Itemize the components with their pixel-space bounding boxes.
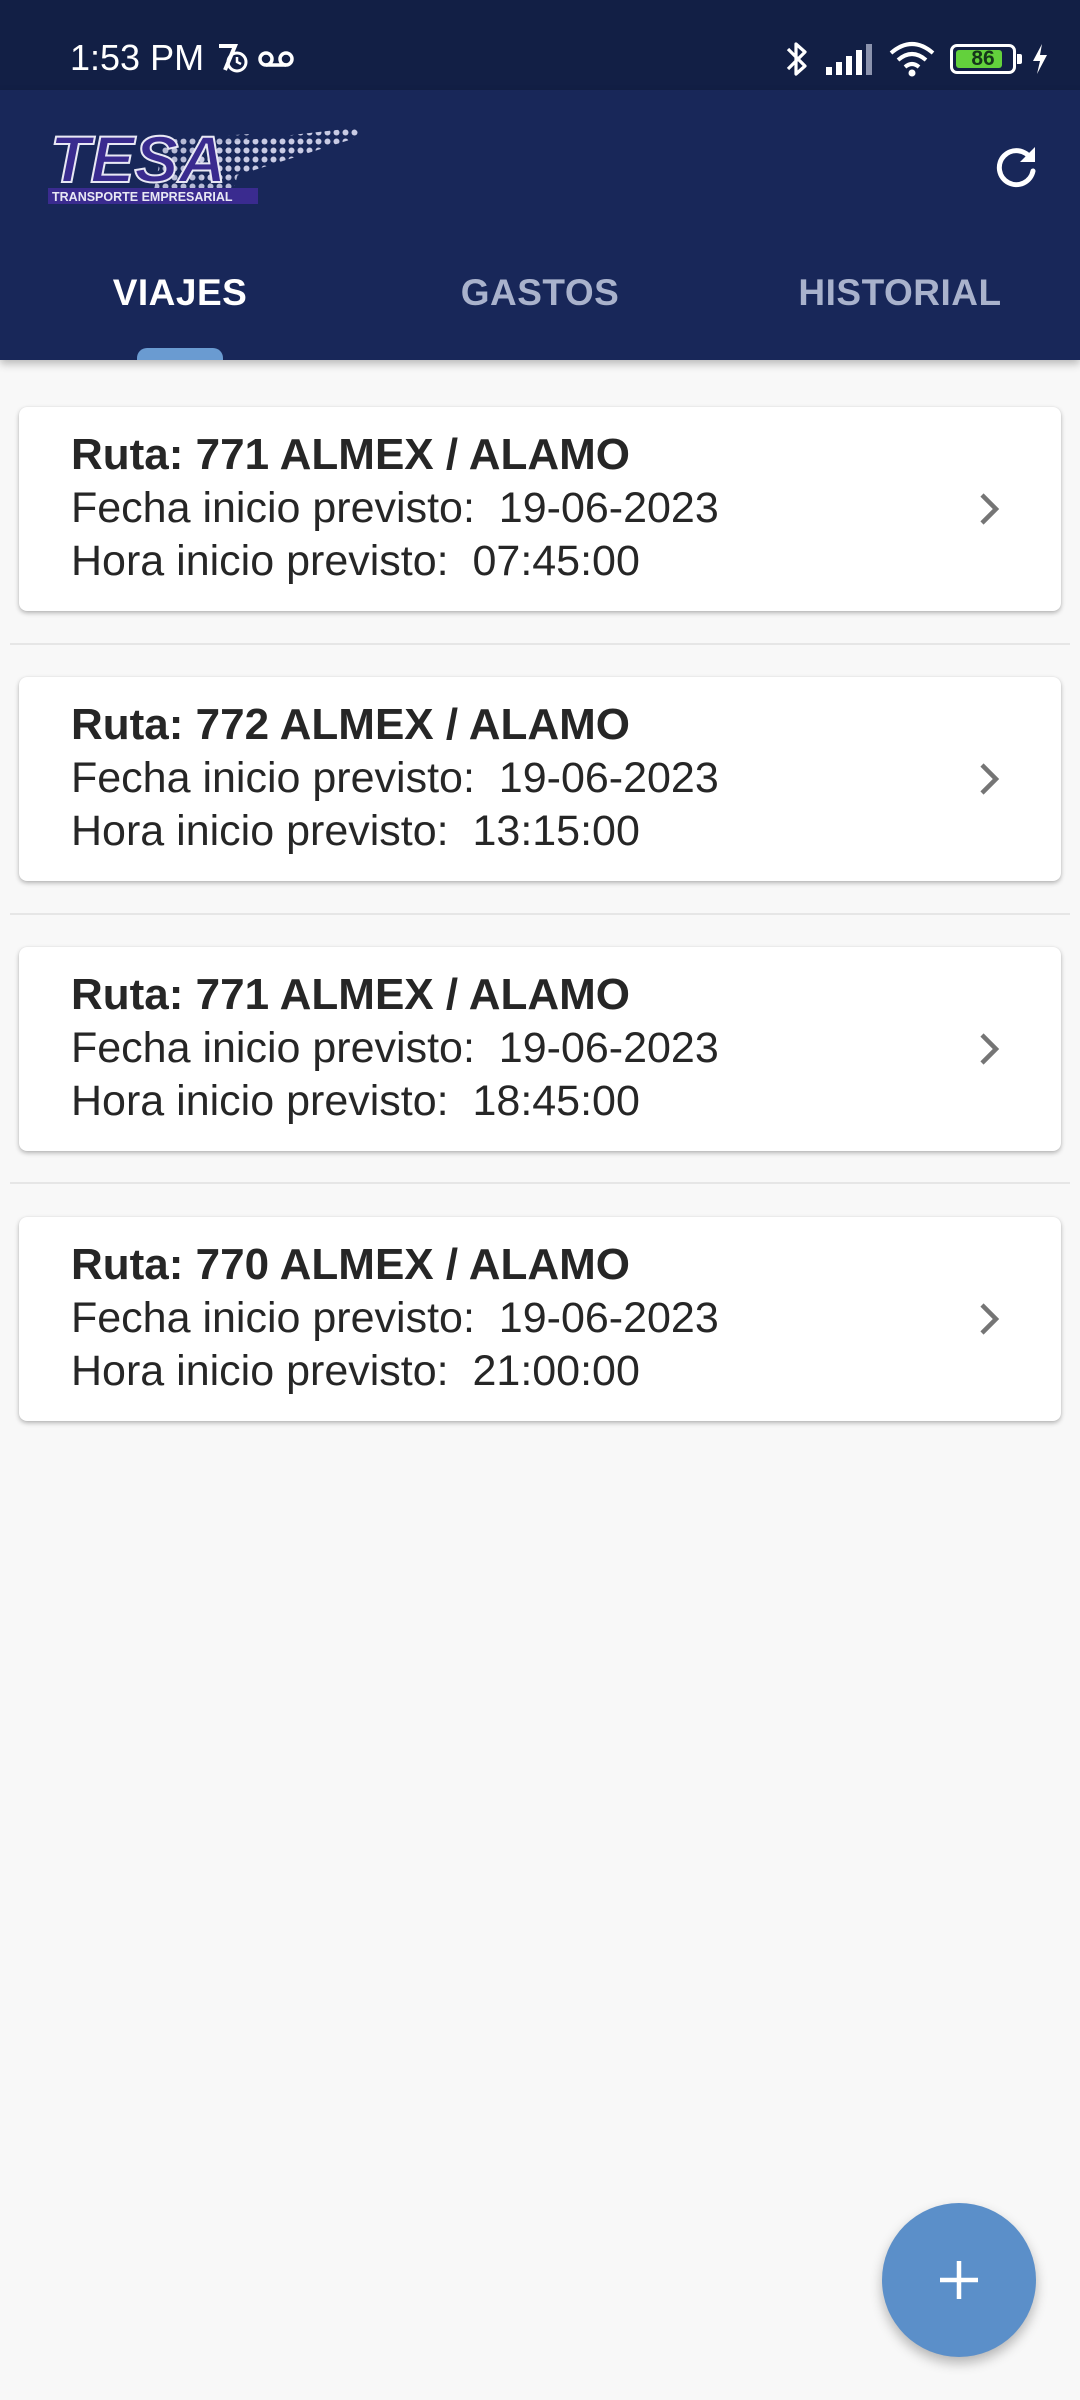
svg-text:TRANSPORTE EMPRESARIAL: TRANSPORTE EMPRESARIAL <box>52 190 233 204</box>
battery-icon: 86 <box>950 44 1022 74</box>
tab-gastos[interactable]: GASTOS <box>360 240 720 360</box>
trip-route: Ruta: 771 ALMEX / ALAMO <box>71 430 631 479</box>
voicemail-icon <box>258 51 294 67</box>
trip-start-date: Fecha inicio previsto: 19-06-2023 <box>71 484 719 532</box>
status-right-icons: 86 <box>784 34 1050 84</box>
chevron-right-icon <box>980 763 1000 795</box>
tab-viajes[interactable]: VIAJES <box>0 240 360 360</box>
app-bar: TESA TRANSPORTE EMPRESARIAL VIAJES GASTO… <box>0 90 1080 360</box>
tab-label-viajes: VIAJES <box>112 272 248 313</box>
chevron-right-icon <box>980 493 1000 525</box>
trip-card[interactable]: Ruta: 771 ALMEX / ALAMO Fecha inicio pre… <box>19 947 1061 1151</box>
svg-text:TESA: TESA <box>50 122 226 196</box>
list-divider <box>10 1182 1070 1184</box>
trip-start-time: Hora inicio previsto: 18:45:00 <box>71 1077 640 1125</box>
battery-level: 86 <box>971 47 995 70</box>
trip-start-date: Fecha inicio previsto: 19-06-2023 <box>71 1294 719 1342</box>
alarm-icon <box>219 44 248 73</box>
tab-bar: VIAJES GASTOS HISTORIAL <box>0 240 1080 360</box>
charging-icon <box>1033 44 1047 74</box>
status-time: 1:53 PM <box>70 37 205 78</box>
list-divider <box>10 913 1070 915</box>
chevron-right-icon <box>980 1033 1000 1065</box>
status-bar: 1:53 PM 86 <box>0 0 1080 90</box>
refresh-button[interactable] <box>978 130 1054 206</box>
tesa-logo: TESA TRANSPORTE EMPRESARIAL <box>48 121 362 204</box>
tab-indicator <box>137 348 223 360</box>
list-divider <box>10 643 1070 645</box>
chevron-right-icon <box>980 1303 1000 1335</box>
battery-nub <box>1017 54 1022 64</box>
trip-start-time: Hora inicio previsto: 13:15:00 <box>71 807 640 855</box>
trip-card[interactable]: Ruta: 770 ALMEX / ALAMO Fecha inicio pre… <box>19 1217 1061 1421</box>
tab-label-gastos: GASTOS <box>460 272 620 313</box>
trip-card[interactable]: Ruta: 772 ALMEX / ALAMO Fecha inicio pre… <box>19 677 1061 881</box>
signal-icon <box>826 44 872 75</box>
tab-historial[interactable]: HISTORIAL <box>720 240 1080 360</box>
add-trip-fab[interactable] <box>882 2203 1036 2357</box>
tab-label-historial: HISTORIAL <box>798 272 1002 313</box>
trip-route: Ruta: 772 ALMEX / ALAMO <box>71 700 631 749</box>
trip-start-time: Hora inicio previsto: 21:00:00 <box>71 1347 640 1395</box>
trip-start-date: Fecha inicio previsto: 19-06-2023 <box>71 754 719 802</box>
trip-route: Ruta: 770 ALMEX / ALAMO <box>71 1240 631 1289</box>
trip-start-date: Fecha inicio previsto: 19-06-2023 <box>71 1024 719 1072</box>
trip-card[interactable]: Ruta: 771 ALMEX / ALAMO Fecha inicio pre… <box>19 407 1061 611</box>
wifi-icon <box>889 42 935 77</box>
trip-route: Ruta: 771 ALMEX / ALAMO <box>71 970 631 1019</box>
trip-start-time: Hora inicio previsto: 07:45:00 <box>71 537 640 585</box>
refresh-icon <box>996 147 1036 188</box>
status-left-icons <box>219 44 294 73</box>
plus-icon <box>940 2261 978 2299</box>
bluetooth-icon <box>786 42 807 76</box>
